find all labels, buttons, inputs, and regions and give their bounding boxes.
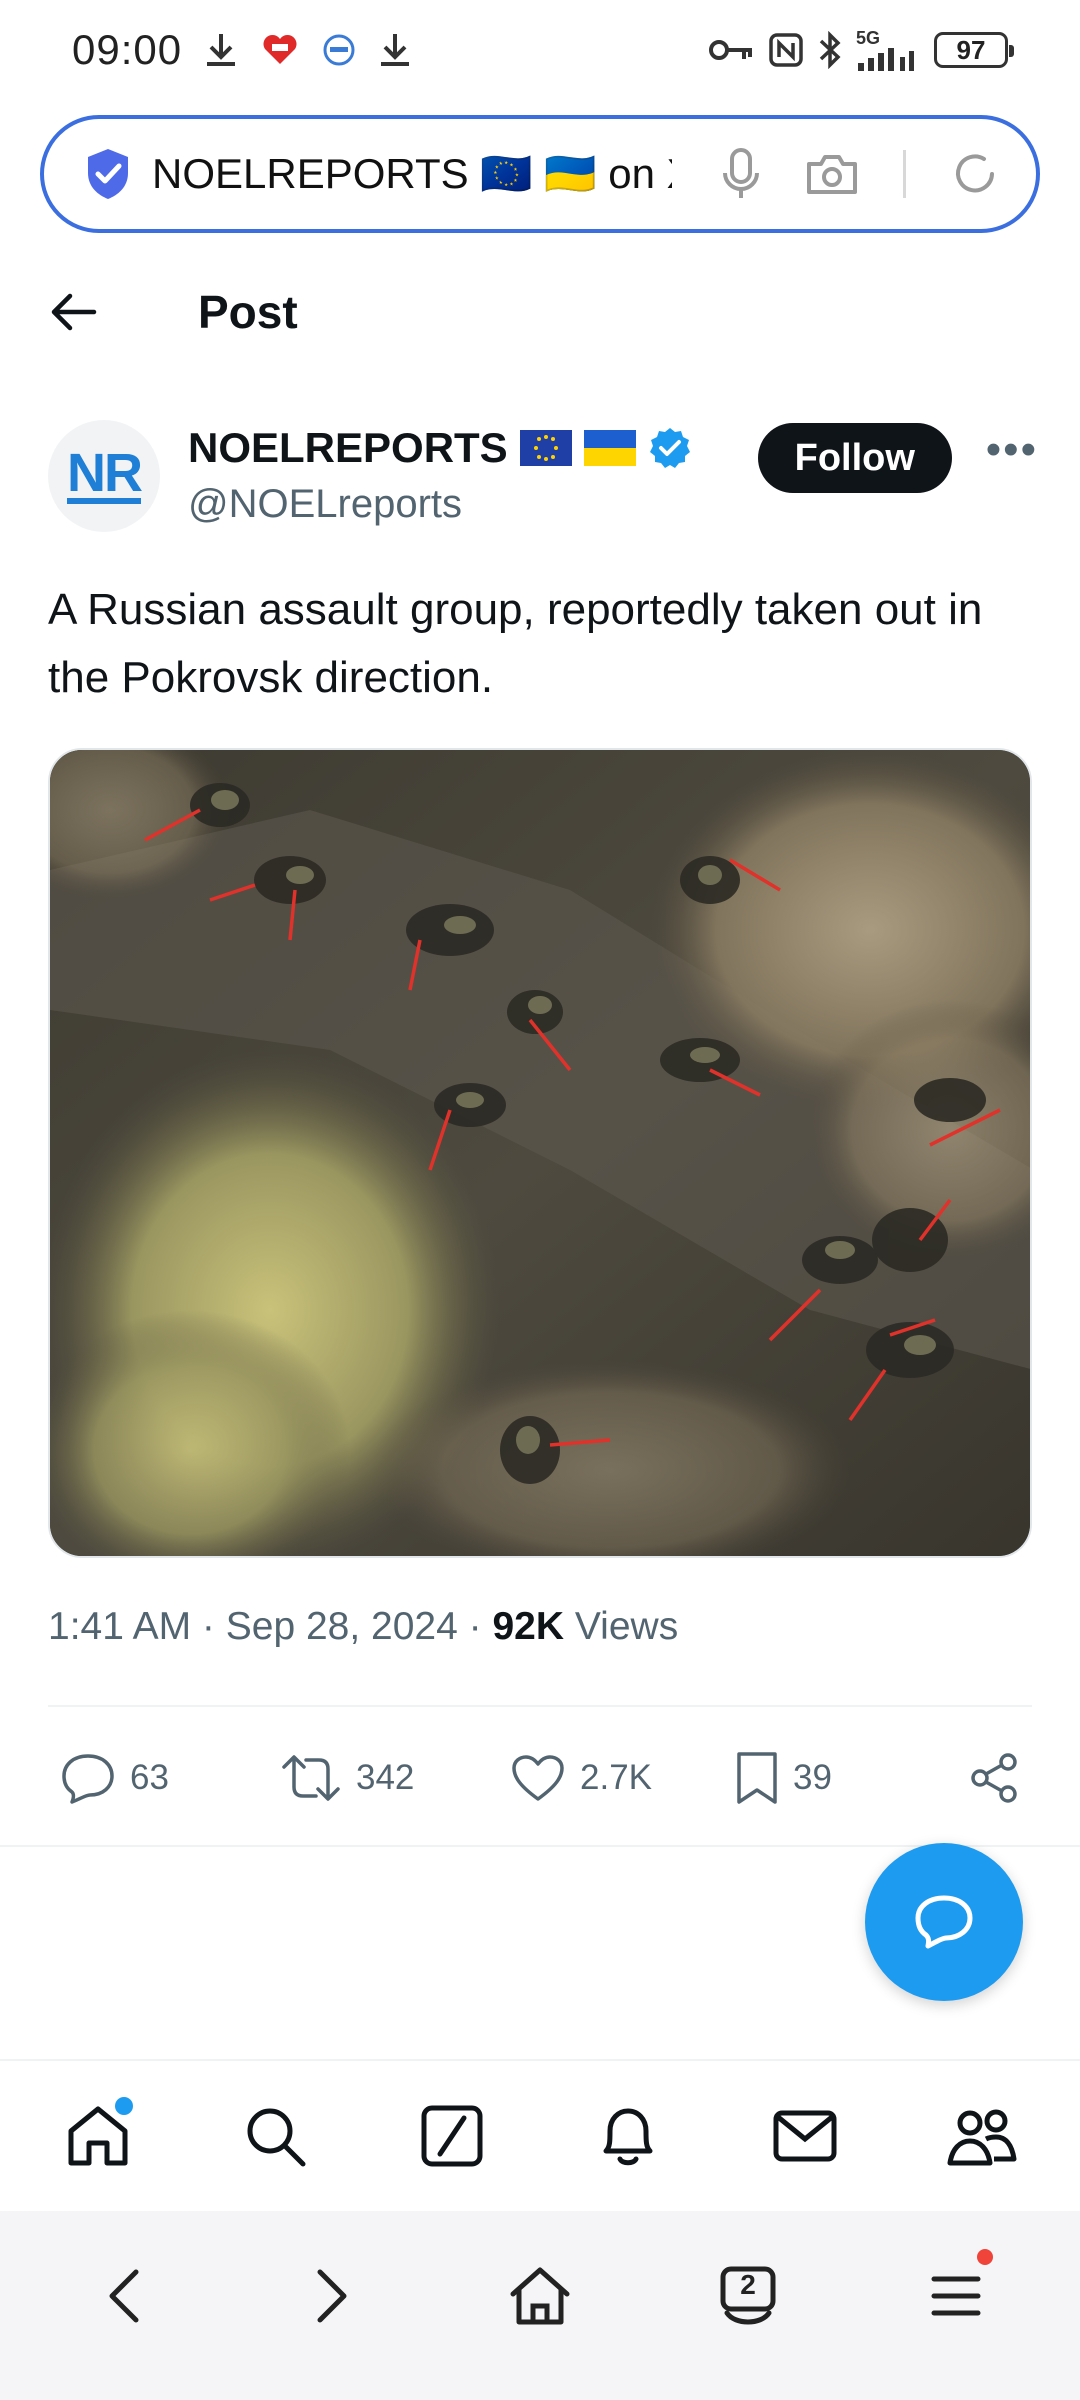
tweet-date: Sep 28, 2024: [225, 1605, 458, 1648]
status-notification-icons: [204, 30, 412, 70]
tabs-icon: 2: [715, 2263, 781, 2329]
home-icon: [507, 2264, 573, 2328]
meta-separator: ·: [457, 1605, 493, 1648]
app-heart-icon: [260, 30, 300, 70]
author-row: NR NOELREPORTS @NOELreports Follow •••: [48, 420, 1038, 540]
menu-icon: [928, 2271, 984, 2321]
author-name-line: NOELREPORTS: [188, 424, 692, 472]
like-count: 2.7K: [580, 1758, 652, 1797]
search-icon: [243, 2104, 307, 2168]
post-header: Post: [0, 262, 1080, 362]
avatar-logo: NR: [67, 443, 143, 504]
battery-indicator: 97: [934, 32, 1014, 68]
tweet-meta: 1:41 AM · Sep 28, 2024 · 92K Views: [48, 1605, 678, 1649]
chevron-right-icon: [312, 2266, 352, 2326]
address-bar-divider: [903, 150, 906, 198]
heart-icon: [510, 1753, 566, 1803]
app-bottom-nav: [0, 2061, 1080, 2211]
divider: [48, 1705, 1032, 1707]
camera-icon[interactable]: [805, 152, 859, 196]
browser-address-bar[interactable]: NOELREPORTS 🇪🇺 🇺🇦 on X: [40, 115, 1040, 233]
views-count: 92K: [492, 1605, 565, 1648]
repost-button[interactable]: 342: [280, 1753, 510, 1803]
status-bar: 09:00 5G 97: [0, 0, 1080, 100]
iflytek-icon: [322, 33, 356, 67]
chevron-left-icon: [104, 2266, 144, 2326]
browser-forward-button[interactable]: [277, 2241, 387, 2351]
chat-bubble-icon: [912, 1892, 976, 1952]
nav-grok[interactable]: [397, 2081, 507, 2191]
status-time: 09:00: [72, 26, 183, 73]
address-bar-actions: [721, 147, 1000, 201]
aerial-photo-illustration: [50, 750, 1030, 1556]
nav-home[interactable]: [43, 2081, 153, 2191]
tweet-image[interactable]: [48, 748, 1032, 1558]
reply-compose-fab[interactable]: [865, 1843, 1023, 2001]
bookmark-icon: [735, 1750, 779, 1806]
browser-menu-button[interactable]: [901, 2241, 1011, 2351]
share-icon: [968, 1752, 1020, 1804]
reply-count: 63: [130, 1758, 169, 1797]
verified-badge-icon: [648, 426, 692, 470]
author-info: NOELREPORTS @NOELreports: [188, 420, 692, 527]
people-icon: [946, 2105, 1018, 2167]
follow-button[interactable]: Follow: [757, 423, 952, 493]
share-button[interactable]: [968, 1752, 1020, 1804]
repost-count: 342: [356, 1758, 415, 1797]
browser-bottom-nav: 2: [0, 2211, 1080, 2400]
download-icon: [378, 32, 412, 68]
tweet-text: A Russian assault group, reportedly take…: [48, 585, 983, 702]
notification-dot: [977, 2248, 993, 2265]
reload-icon[interactable]: [950, 149, 1000, 199]
meta-separator: ·: [191, 1605, 226, 1648]
page-title: Post: [198, 286, 298, 338]
tabs-count: 2: [740, 2268, 756, 2300]
eu-flag-icon: [519, 430, 572, 466]
browser-home-button[interactable]: [485, 2241, 595, 2351]
browser-tabs-button[interactable]: 2: [693, 2241, 803, 2351]
nav-search[interactable]: [220, 2081, 330, 2191]
bookmark-count: 39: [793, 1758, 832, 1797]
reply-icon: [60, 1752, 116, 1804]
views-label: Views: [564, 1605, 679, 1648]
bell-icon: [598, 2103, 658, 2169]
nav-communities[interactable]: [927, 2081, 1037, 2191]
bluetooth-icon: [818, 31, 842, 69]
author-name[interactable]: NOELREPORTS: [188, 424, 508, 472]
bookmark-button[interactable]: 39: [735, 1750, 960, 1806]
nav-notifications[interactable]: [573, 2081, 683, 2191]
avatar[interactable]: NR: [48, 420, 160, 532]
microphone-icon[interactable]: [721, 147, 761, 201]
tweet-time: 1:41 AM: [48, 1605, 192, 1648]
author-handle[interactable]: @NOELreports: [188, 482, 692, 527]
nfc-icon: [768, 32, 804, 68]
repost-icon: [280, 1753, 342, 1803]
more-options-icon[interactable]: •••: [986, 428, 1038, 472]
back-arrow-icon[interactable]: [48, 292, 98, 332]
signal-icon: 5G: [856, 29, 920, 71]
nav-messages[interactable]: [750, 2081, 860, 2191]
grok-icon: [420, 2104, 484, 2168]
address-text[interactable]: NOELREPORTS 🇪🇺 🇺🇦 on X: [152, 150, 672, 199]
key-icon: [708, 35, 754, 65]
status-system-icons: 5G 97: [708, 29, 1014, 71]
shield-check-icon: [84, 147, 132, 201]
mail-icon: [772, 2109, 838, 2163]
browser-back-button[interactable]: [69, 2241, 179, 2351]
reply-button[interactable]: 63: [60, 1752, 280, 1804]
download-icon: [204, 32, 238, 68]
tweet-actions: 63 342 2.7K 39: [60, 1740, 1020, 1816]
ukraine-flag-icon: [583, 430, 636, 466]
like-button[interactable]: 2.7K: [510, 1753, 735, 1803]
